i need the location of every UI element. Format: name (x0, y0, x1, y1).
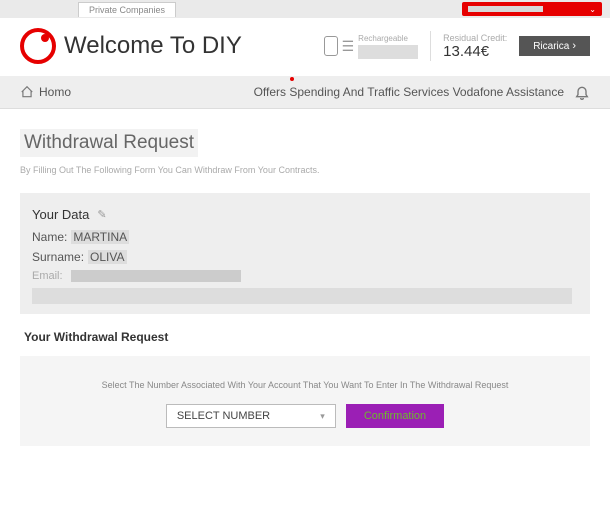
nav-bar: Homo Offers Spending And Traffic Service… (0, 76, 610, 109)
nav-links[interactable]: Offers Spending And Traffic Services Vod… (254, 85, 564, 99)
top-bar: Private Companies ⌄ (0, 0, 610, 18)
edit-icon[interactable]: ✎ (97, 208, 106, 221)
surname-label: Surname: (32, 250, 84, 264)
select-placeholder: SELECT NUMBER (177, 410, 270, 422)
phone-number-redacted (358, 45, 418, 59)
your-data-section: Your Data ✎ Name: MARTINA Surname: OLIVA… (20, 193, 590, 314)
address-redacted (32, 288, 572, 304)
withdrawal-request-header: Your Withdrawal Request (24, 330, 590, 344)
name-label: Name: (32, 230, 67, 244)
recharge-button[interactable]: Ricarica (519, 36, 590, 56)
name-value: MARTINA (71, 230, 129, 244)
credit-label: Residual Credit: (443, 33, 507, 43)
header-right: ☰ Rechargeable Residual Credit: 13.44€ R… (324, 31, 590, 61)
nav-home[interactable]: Homo (20, 85, 71, 99)
your-data-title: Your Data (32, 207, 89, 222)
number-select[interactable]: SELECT NUMBER ▾ (166, 404, 336, 428)
select-instruction: Select The Number Associated With Your A… (40, 380, 570, 390)
credit-value: 13.44€ (443, 43, 507, 60)
confirmation-button[interactable]: Confirmation (346, 404, 444, 428)
tab-private-companies[interactable]: Private Companies (78, 2, 176, 17)
account-placeholder (468, 6, 543, 12)
header-left: Welcome To DIY (20, 28, 242, 64)
nav-home-label: Homo (39, 85, 71, 99)
phone-type-label: Rechargeable (358, 34, 418, 43)
surname-value: OLIVA (88, 250, 126, 264)
vodafone-logo-icon (20, 28, 56, 64)
page-subtitle: By Filling Out The Following Form You Ca… (20, 165, 590, 175)
email-label: Email: (32, 270, 63, 282)
top-account-dropdown[interactable]: ⌄ (462, 2, 602, 16)
main-header: Welcome To DIY ☰ Rechargeable Residual C… (0, 18, 610, 76)
phone-icon (324, 36, 338, 56)
chevron-down-icon: ⌄ (589, 5, 596, 14)
email-redacted (71, 270, 241, 282)
page-welcome-title: Welcome To DIY (64, 32, 242, 60)
coins-icon: ☰ (342, 38, 355, 55)
bell-icon[interactable] (574, 84, 590, 100)
select-number-section: Select The Number Associated With Your A… (20, 356, 590, 446)
chevron-down-icon: ▾ (320, 411, 325, 422)
page-title: Withdrawal Request (20, 129, 198, 157)
home-icon (20, 85, 34, 99)
main-content: Withdrawal Request By Filling Out The Fo… (0, 109, 610, 456)
divider (430, 31, 431, 61)
